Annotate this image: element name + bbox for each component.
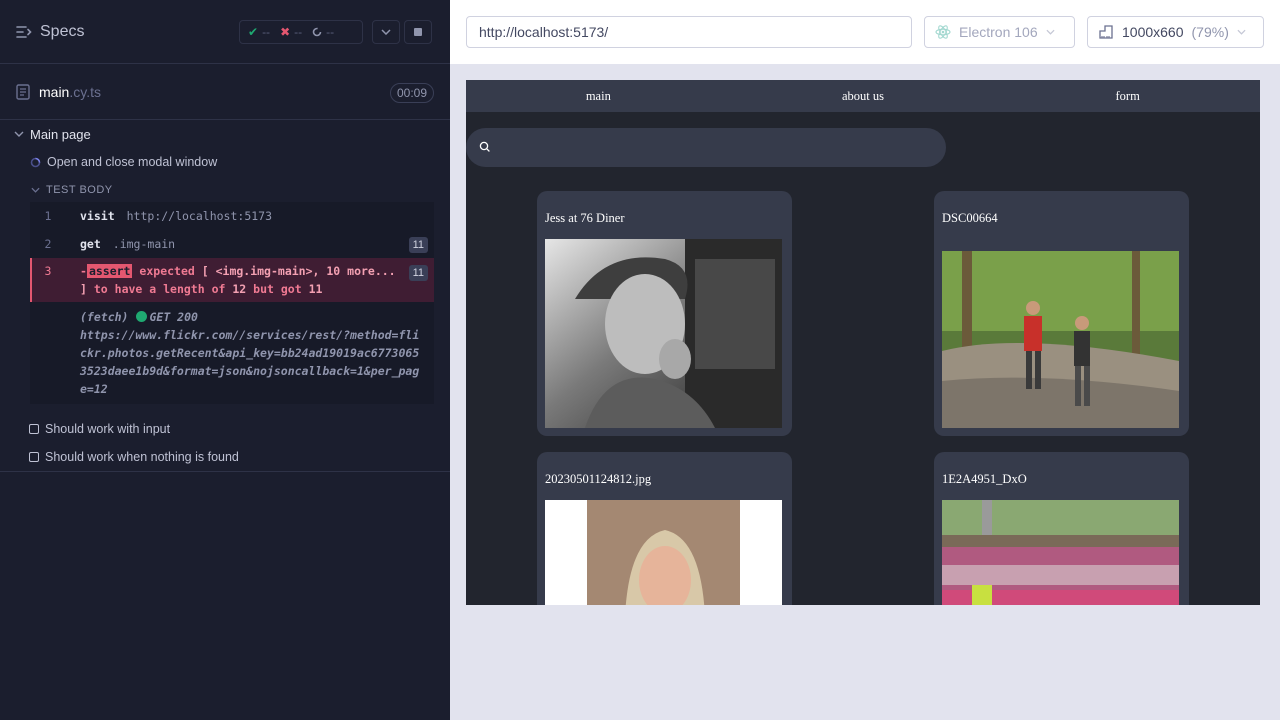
browser-name: Electron 106	[959, 24, 1038, 40]
pending-stat: --	[312, 25, 334, 39]
viewport-zoom: (79%)	[1191, 24, 1229, 40]
spec-file-name: main	[39, 83, 70, 100]
pending-checkbox-icon	[29, 424, 39, 434]
spec-duration: 00:09	[389, 83, 434, 103]
specs-toggle-button[interactable]: Specs	[16, 23, 84, 41]
nav-link-main[interactable]: main	[466, 80, 731, 112]
reporter-panel: Specs ✔ -- ✖ -- -- main .cy.ts 00:09 Mai…	[0, 0, 450, 720]
menu-expand-icon	[16, 25, 32, 38]
photo-image	[545, 239, 782, 428]
app-nav: main about us form	[466, 80, 1260, 112]
active-test-row[interactable]: Open and close modal window	[0, 148, 450, 176]
test-body-label: TEST BODY	[46, 184, 113, 196]
nav-link-form[interactable]: form	[995, 80, 1260, 112]
assert-tag: assert	[86, 264, 133, 278]
card-title: 1E2A4951_DxO	[942, 472, 1027, 486]
divider	[0, 471, 450, 472]
fetch-log[interactable]: (fetch) GET 200 https://www.flickr.com//s…	[30, 302, 434, 404]
viewport-size: 1000x660	[1122, 24, 1184, 40]
photo-card[interactable]: 20230501124812.jpg	[537, 452, 792, 605]
search-input[interactable]	[466, 128, 946, 167]
command-log: 1 visit http://localhost:5173 2 get .img…	[30, 202, 434, 404]
stop-button[interactable]	[404, 20, 432, 44]
photo-image	[545, 500, 782, 605]
app-under-test: main about us form Jess at 76 Diner DSC0…	[466, 80, 1260, 605]
command-row[interactable]: 1 visit http://localhost:5173	[30, 202, 434, 230]
specs-label: Specs	[40, 22, 85, 40]
fetch-label: (fetch)	[80, 310, 129, 324]
command-message: http://localhost:5173	[126, 209, 273, 223]
photo-card[interactable]: 1E2A4951_DxO	[934, 452, 1189, 605]
pending-test-title: Should work with input	[45, 422, 171, 436]
assert-actual-value: 11	[308, 282, 323, 296]
pending-tests: Should work with input Should work when …	[0, 415, 450, 471]
stop-icon	[414, 28, 422, 36]
pending-test-row[interactable]: Should work with input	[0, 415, 450, 443]
electron-icon	[935, 25, 951, 39]
chevron-down-icon	[14, 131, 24, 137]
check-icon: ✔	[248, 25, 259, 39]
command-number: 3	[44, 264, 52, 278]
pending-checkbox-icon	[29, 452, 39, 462]
spec-file-row: main .cy.ts 00:09	[0, 64, 450, 120]
spec-file-ext: .cy.ts	[69, 83, 101, 100]
photo-image	[942, 500, 1179, 605]
assert-expected-value: 12	[232, 282, 247, 296]
test-stats: ✔ -- ✖ -- --	[239, 20, 363, 44]
assert-but-got: but got	[253, 282, 302, 296]
passed-stat: ✔ --	[248, 25, 270, 39]
auto-scroll-button[interactable]	[372, 20, 400, 44]
passed-count: --	[262, 25, 271, 39]
x-icon: ✖	[280, 25, 291, 39]
search-icon	[479, 141, 490, 152]
browser-selector[interactable]: Electron 106	[924, 16, 1075, 48]
fetch-status: GET 200	[149, 310, 198, 324]
chevron-down-icon	[1046, 29, 1055, 35]
command-number: 1	[44, 209, 52, 223]
command-row[interactable]: 2 get .img-main 11	[30, 230, 434, 258]
pending-circle-icon	[312, 27, 322, 37]
card-title: 20230501124812.jpg	[545, 472, 652, 486]
photo-card[interactable]: DSC00664	[934, 191, 1189, 436]
url-input[interactable]: http://localhost:5173/	[466, 16, 912, 48]
ruler-icon	[1099, 25, 1113, 39]
suite-title: Main page	[30, 126, 91, 142]
card-title: DSC00664	[942, 211, 998, 225]
assert-to-have: to have a length of	[93, 282, 226, 296]
command-name: get	[80, 237, 101, 251]
viewport-selector[interactable]: 1000x660 (79%)	[1087, 16, 1264, 48]
browser-toolbar: http://localhost:5173/ Electron 106 1000…	[450, 0, 1280, 64]
chevron-down-icon	[381, 29, 391, 35]
running-spinner-icon	[30, 157, 41, 167]
reporter-header: Specs ✔ -- ✖ -- --	[0, 0, 450, 64]
element-count-badge: 11	[408, 265, 428, 281]
suite-title-row[interactable]: Main page	[0, 120, 450, 148]
photo-card[interactable]: Jess at 76 Diner	[537, 191, 792, 436]
card-title: Jess at 76 Diner	[545, 211, 625, 225]
chevron-down-icon	[1237, 29, 1246, 35]
failed-stat: ✖ --	[280, 25, 302, 39]
test-body-header[interactable]: TEST BODY	[0, 176, 450, 204]
photo-image	[942, 251, 1179, 428]
pending-test-row[interactable]: Should work when nothing is found	[0, 443, 450, 471]
nav-link-about[interactable]: about us	[731, 80, 996, 112]
test-suite: Main page Open and close modal window TE…	[0, 120, 450, 404]
assert-prefix: -	[80, 264, 87, 278]
command-number: 2	[44, 237, 52, 251]
document-icon	[16, 83, 30, 100]
pending-count: --	[326, 25, 335, 39]
fetch-url: https://www.flickr.com//services/rest/?m…	[80, 328, 420, 396]
assert-message: - assert expected [ <img.img-main>, 10 mo…	[80, 262, 398, 298]
assert-expected-word: expected	[139, 264, 195, 278]
failed-count: --	[294, 25, 303, 39]
command-name: visit	[80, 209, 115, 223]
pending-test-title: Should work when nothing is found	[45, 450, 239, 464]
app-preview-area: http://localhost:5173/ Electron 106 1000…	[450, 0, 1280, 720]
chevron-down-icon	[31, 187, 40, 193]
element-count-badge: 11	[408, 237, 428, 253]
failed-assert-row[interactable]: 3 - assert expected [ <img.img-main>, 10 …	[30, 258, 434, 302]
active-test-title: Open and close modal window	[47, 155, 218, 169]
command-message: .img-main	[112, 237, 176, 251]
status-dot-icon	[136, 311, 148, 322]
